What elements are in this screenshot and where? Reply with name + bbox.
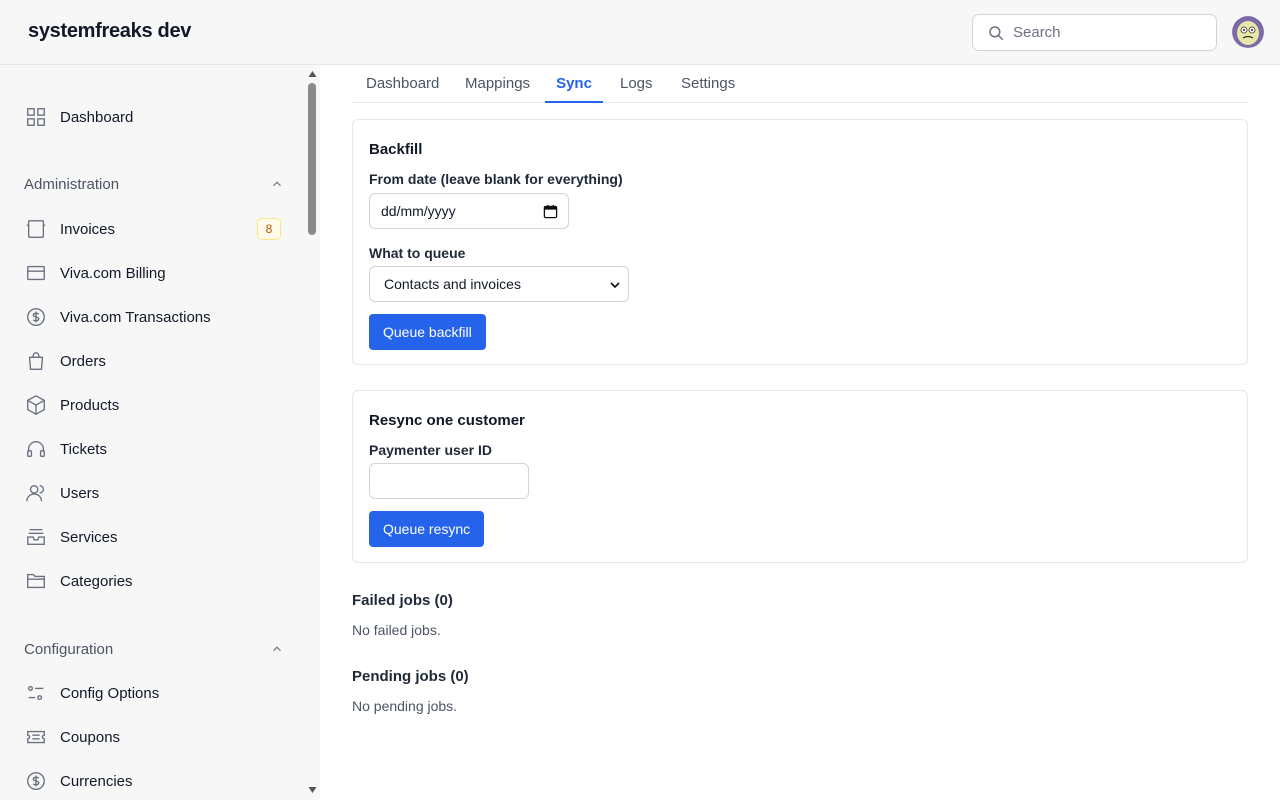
main-content: Dashboard Mappings Sync Logs Settings Ba… <box>352 65 1248 800</box>
from-date-input[interactable]: dd/mm/yyyy <box>369 193 569 229</box>
sidebar-item-coupons[interactable]: Coupons <box>24 722 294 752</box>
chevron-up-icon <box>273 181 281 187</box>
tab-settings[interactable]: Settings <box>681 75 735 103</box>
sidebar-item-config-options[interactable]: Config Options <box>24 678 294 708</box>
sidebar-item-users[interactable]: Users <box>24 478 294 508</box>
tab-logs[interactable]: Logs <box>620 75 653 103</box>
tab-bar: Dashboard Mappings Sync Logs Settings <box>352 65 1248 103</box>
sliders-icon <box>24 681 48 705</box>
avatar[interactable] <box>1232 16 1264 48</box>
search-box[interactable] <box>972 14 1217 51</box>
credit-card-icon <box>24 261 48 285</box>
user-id-input[interactable] <box>369 463 529 499</box>
users-icon <box>24 481 48 505</box>
sidebar-item-categories[interactable]: Categories <box>24 566 294 596</box>
grid-icon <box>24 105 48 129</box>
sidebar-item-currencies[interactable]: Currencies <box>24 766 294 796</box>
search-input[interactable] <box>1013 15 1208 50</box>
pending-jobs-empty: No pending jobs. <box>352 698 458 714</box>
invoice-icon <box>24 217 48 241</box>
from-date-label: From date (leave blank for everything) <box>369 171 623 187</box>
sidebar-item-label: Dashboard <box>60 108 134 126</box>
user-id-label: Paymenter user ID <box>369 442 492 458</box>
sidebar-item-services[interactable]: Services <box>24 522 294 552</box>
scroll-thumb[interactable] <box>308 83 316 235</box>
resync-card: Resync one customer Paymenter user ID Qu… <box>352 390 1248 563</box>
chevron-down-icon <box>610 282 620 289</box>
resync-title: Resync one customer <box>369 412 525 429</box>
tab-mappings[interactable]: Mappings <box>465 75 530 103</box>
date-placeholder: dd/mm/yyyy <box>381 203 456 219</box>
select-value: Contacts and invoices <box>384 276 521 292</box>
sidebar-item-invoices[interactable]: Invoices 8 <box>24 214 294 244</box>
shopping-bag-icon <box>24 349 48 373</box>
inbox-stack-icon <box>24 525 48 549</box>
top-header: systemfreaks dev <box>0 0 1280 65</box>
sidebar-item-products[interactable]: Products <box>24 390 294 420</box>
sidebar-item-label: Viva.com Transactions <box>60 308 211 326</box>
sidebar: Dashboard Administration Invoices 8 Viva… <box>0 65 320 800</box>
queue-resync-button[interactable]: Queue resync <box>369 511 485 547</box>
folder-icon <box>24 569 48 593</box>
queue-backfill-button[interactable]: Queue backfill <box>369 314 486 350</box>
failed-jobs-title: Failed jobs (0) <box>352 592 453 609</box>
calendar-icon[interactable] <box>543 204 558 219</box>
section-label: Administration <box>24 175 120 193</box>
scroll-down-arrow-icon[interactable] <box>307 785 318 795</box>
sidebar-item-label: Products <box>60 396 120 414</box>
sidebar-item-label: Tickets <box>60 440 107 458</box>
pending-jobs-title: Pending jobs (0) <box>352 668 469 685</box>
section-administration-toggle[interactable]: Administration <box>24 172 284 196</box>
cube-icon <box>24 393 48 417</box>
sidebar-item-orders[interactable]: Orders <box>24 346 294 376</box>
what-to-queue-label: What to queue <box>369 245 466 261</box>
sidebar-item-label: Invoices <box>60 220 116 238</box>
scroll-up-arrow-icon[interactable] <box>307 69 318 79</box>
backfill-card: Backfill From date (leave blank for ever… <box>352 119 1248 365</box>
sidebar-item-viva-transactions[interactable]: Viva.com Transactions <box>24 302 294 332</box>
sidebar-item-label: Users <box>60 484 100 502</box>
section-label: Configuration <box>24 640 114 658</box>
brand-title[interactable]: systemfreaks dev <box>28 20 191 43</box>
sidebar-item-label: Services <box>60 528 118 546</box>
search-icon <box>989 26 1004 41</box>
dollar-circle-icon <box>24 769 48 793</box>
what-to-queue-select[interactable]: Contacts and invoices <box>369 266 629 302</box>
sidebar-item-tickets[interactable]: Tickets <box>24 434 294 464</box>
sidebar-item-label: Categories <box>60 572 133 590</box>
backfill-title: Backfill <box>369 141 423 158</box>
tab-dashboard[interactable]: Dashboard <box>366 75 439 103</box>
tab-sync[interactable]: Sync <box>545 75 603 103</box>
sidebar-item-viva-billing[interactable]: Viva.com Billing <box>24 258 294 288</box>
sidebar-item-label: Orders <box>60 352 106 370</box>
chevron-up-icon <box>273 646 281 652</box>
sidebar-item-label: Viva.com Billing <box>60 264 166 282</box>
count-badge: 8 <box>257 218 281 240</box>
headphones-icon <box>24 437 48 461</box>
dollar-circle-icon <box>24 305 48 329</box>
sidebar-item-label: Config Options <box>60 684 160 702</box>
sidebar-item-dashboard[interactable]: Dashboard <box>24 102 294 132</box>
sidebar-scrollbar[interactable] <box>305 65 320 800</box>
ticket-icon <box>24 725 48 749</box>
section-configuration-toggle[interactable]: Configuration <box>24 637 284 661</box>
sidebar-item-label: Currencies <box>60 772 133 790</box>
sidebar-item-label: Coupons <box>60 728 121 746</box>
failed-jobs-empty: No failed jobs. <box>352 622 441 638</box>
